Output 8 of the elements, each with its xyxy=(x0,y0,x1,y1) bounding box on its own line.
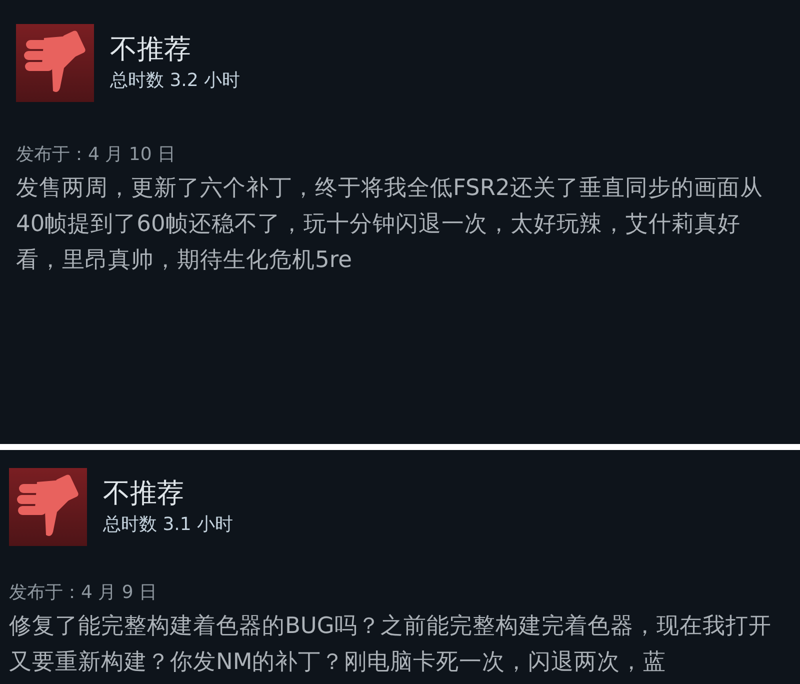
playtime-text: 总时数 3.2 小时 xyxy=(110,69,240,93)
review-text: 修复了能完整构建着色器的BUG吗？之前能完整构建完着色器，现在我打开又要重新构建？你发NM的补丁？刚电脑卡死一次，闪退两次，蓝 xyxy=(9,612,772,677)
verdict-title: 不推荐 xyxy=(110,33,192,67)
review-text: 发售两周，更新了六个补丁，终于将我全低FSR2还关了垂直同步的画面从40帧提到了60帧还稳不了，玩十分钟闪退一次，太好玩辣，艾什莉真好看，里昂真帅，期待生化危机5re xyxy=(16,174,764,275)
verdict-title: 不推荐 xyxy=(103,477,185,511)
posted-date: 发布于：4 月 10 日 xyxy=(16,143,176,167)
playtime-text: 总时数 3.1 小时 xyxy=(103,513,234,537)
posted-date: 发布于：4 月 9 日 xyxy=(9,581,158,605)
